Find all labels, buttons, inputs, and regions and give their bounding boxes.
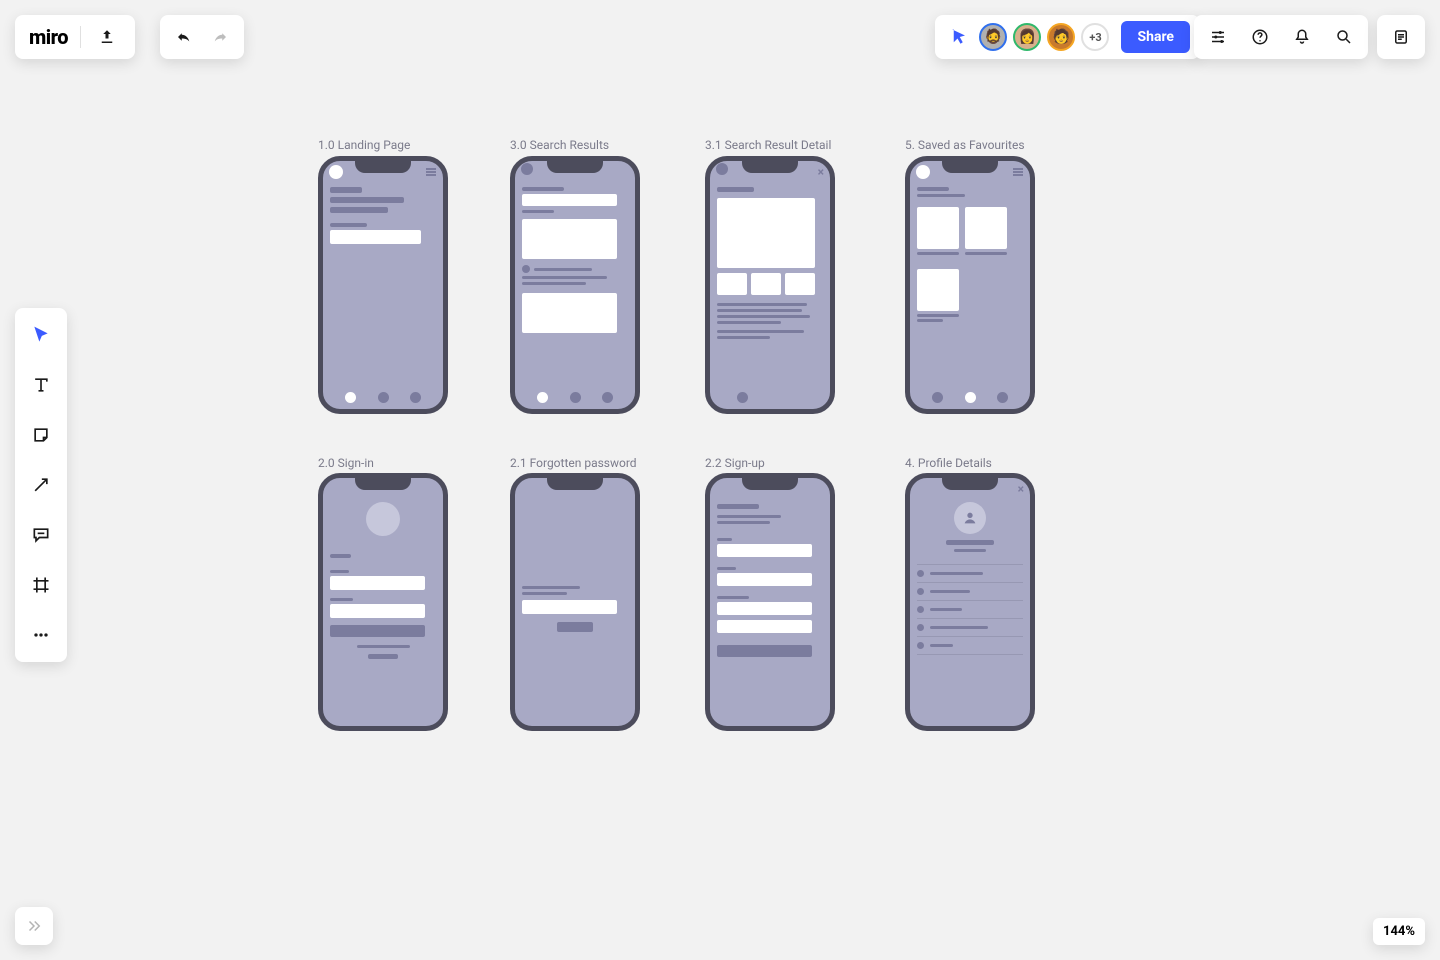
pointer-icon [31,325,51,345]
more-icon [31,625,51,645]
redo-button[interactable] [206,23,234,51]
phone-screen [515,161,635,409]
toolbar [15,308,67,662]
undo-redo-panel [160,15,244,59]
sliders-icon [1209,28,1227,46]
divider [80,26,81,48]
user-icon [962,510,978,526]
frame-favourites[interactable] [905,156,1035,414]
notes-panel [1377,15,1425,59]
controls-panel [1194,15,1368,59]
export-icon [98,28,116,46]
comment-icon [31,525,51,545]
arrow-icon [31,475,51,495]
notes-icon [1392,28,1410,46]
phone-screen [710,161,830,409]
search-button[interactable] [1330,23,1358,51]
frame-icon [31,575,51,595]
help-icon [1251,28,1269,46]
avatar-user-1[interactable]: 🧔 [979,23,1007,51]
notes-button[interactable] [1387,23,1415,51]
frame-label-favs: 5. Saved as Favourites [905,138,1025,152]
frame-label-landing: 1.0 Landing Page [318,138,410,152]
share-button[interactable]: Share [1121,21,1190,53]
chevron-double-right-icon [25,917,43,935]
phone-screen [323,478,443,726]
phone-screen [710,478,830,726]
tool-comment[interactable] [24,518,58,552]
frame-results[interactable] [510,156,640,414]
logo-panel: miro [15,15,135,59]
notifications-button[interactable] [1288,23,1316,51]
search-icon [1335,28,1353,46]
frame-forgot[interactable] [510,473,640,731]
tool-arrow[interactable] [24,468,58,502]
tool-text[interactable] [24,368,58,402]
phone-screen [515,478,635,726]
tool-select[interactable] [24,318,58,352]
redo-icon [211,28,229,46]
frame-label-signin: 2.0 Sign-in [318,456,374,470]
frame-label-profile: 4. Profile Details [905,456,992,470]
avatar-user-3[interactable]: 🧑 [1047,23,1075,51]
bell-icon [1293,28,1311,46]
text-icon [31,375,51,395]
export-button[interactable] [93,23,121,51]
frame-label-signup: 2.2 Sign-up [705,456,765,470]
tool-more[interactable] [24,618,58,652]
brand-logo: miro [29,25,68,49]
phone-screen [910,161,1030,409]
help-button[interactable] [1246,23,1274,51]
sticky-icon [31,425,51,445]
collab-panel: 🧔 👩 🧑 +3 Share [935,15,1200,59]
avatar-overflow[interactable]: +3 [1081,23,1109,51]
undo-button[interactable] [170,23,198,51]
tool-frame[interactable] [24,568,58,602]
presence-cursor-icon[interactable] [945,23,973,51]
app-root: miro 🧔 👩 🧑 +3 Share [0,0,1440,960]
tool-sticky[interactable] [24,418,58,452]
frame-signin[interactable] [318,473,448,731]
undo-icon [175,28,193,46]
frame-label-results: 3.0 Search Results [510,138,609,152]
phone-screen [323,161,443,409]
frame-signup[interactable] [705,473,835,731]
avatar-user-2[interactable]: 👩 [1013,23,1041,51]
phone-screen [910,478,1030,726]
zoom-indicator[interactable]: 144% [1373,918,1425,945]
frame-label-forgot: 2.1 Forgotten password [510,456,637,470]
frame-label-detail: 3.1 Search Result Detail [705,138,831,152]
frame-landing[interactable] [318,156,448,414]
frame-detail[interactable]: × [705,156,835,414]
settings-button[interactable] [1204,23,1232,51]
frame-profile[interactable]: × [905,473,1035,731]
panel-expand-button[interactable] [15,907,53,945]
